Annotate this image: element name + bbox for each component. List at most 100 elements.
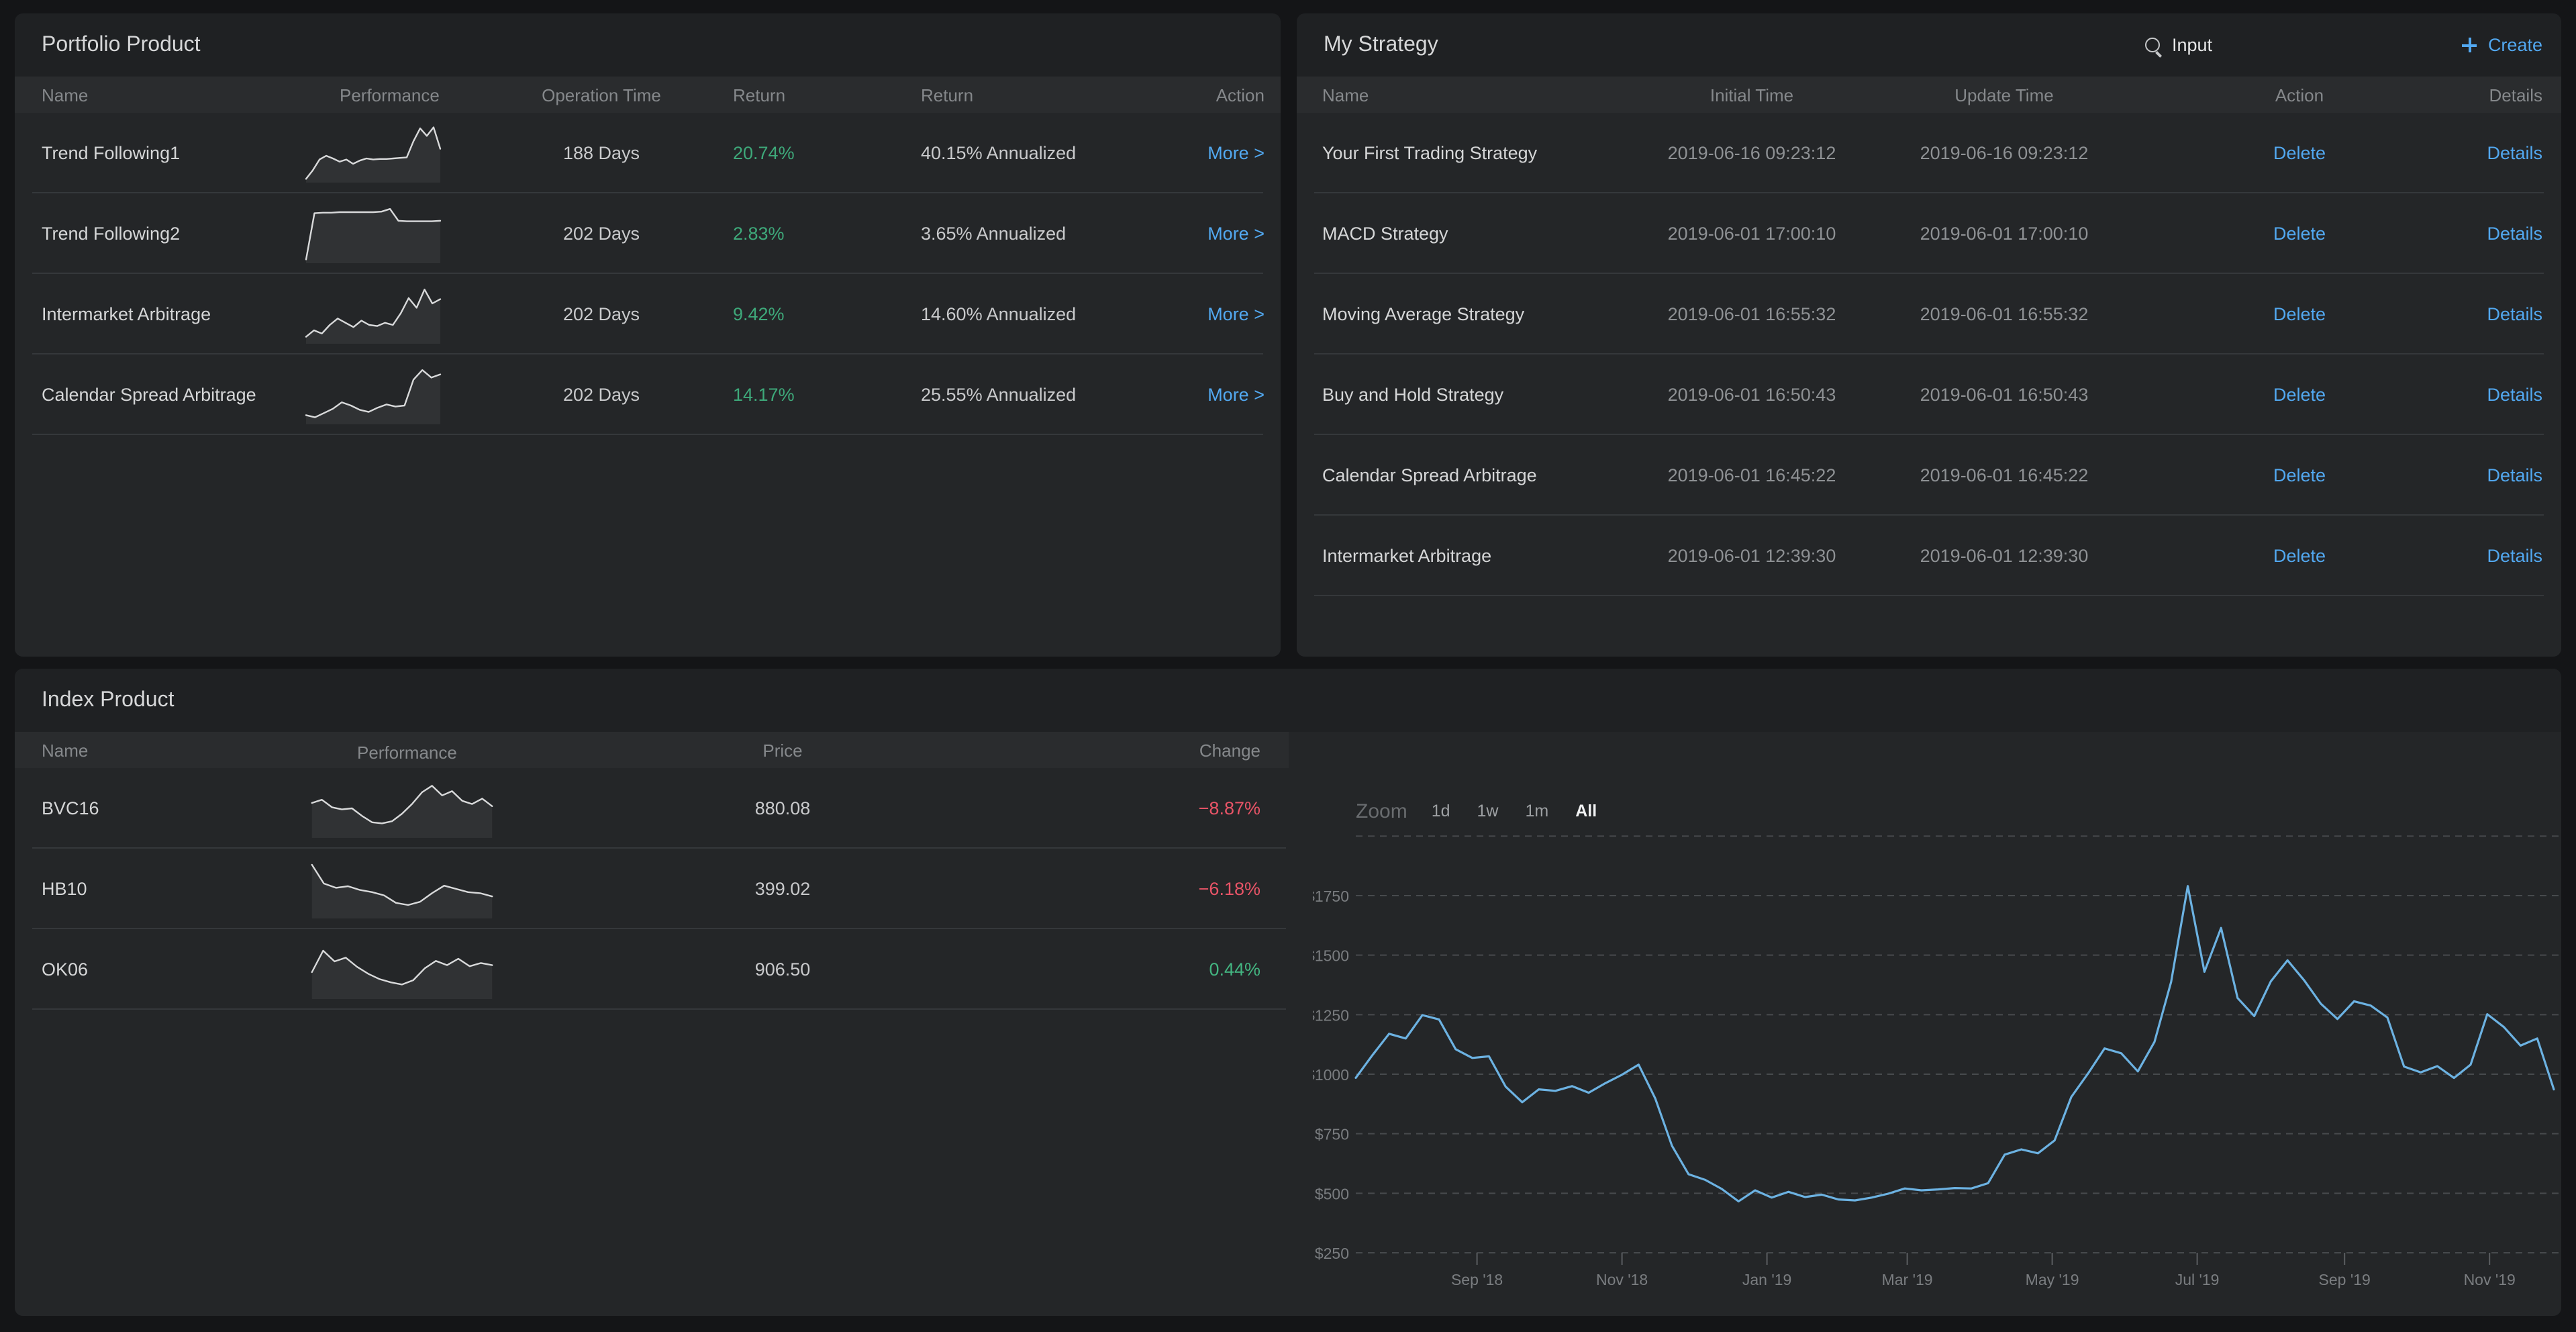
price-chart: Zoom 1d 1w 1m All $1750 $1500 $1250 $1000 $7…: [1313, 794, 2561, 1316]
return-value: 9.42%: [733, 304, 785, 324]
strategy-row: Your First Trading Strategy 2019-06-16 0…: [1297, 113, 2561, 193]
delete-link[interactable]: Delete: [2232, 143, 2367, 163]
strategy-name: Moving Average Strategy: [1322, 304, 1525, 324]
performance-sparkline: [310, 939, 494, 1000]
return-annualized: 14.60% Annualized: [921, 304, 1077, 324]
column-header-return: Return: [733, 85, 786, 105]
performance-sparkline: [305, 283, 442, 345]
delete-link[interactable]: Delete: [2232, 546, 2367, 566]
index-price: 906.50: [754, 959, 811, 980]
more-link[interactable]: More >: [1207, 224, 1265, 244]
portfolio-row: Calendar Spread Arbitrage 202 Days 14.17…: [15, 354, 1281, 435]
initial-time: 2019-06-01 12:39:30: [1667, 546, 1836, 566]
zoom-button-1w[interactable]: 1w: [1477, 802, 1499, 820]
portfolio-table: Name Performance Operation Time Return R…: [15, 77, 1281, 657]
column-header-update-time: Update Time: [1954, 85, 2054, 105]
plus-icon: [2462, 38, 2477, 52]
index-price: 880.08: [754, 798, 811, 818]
svg-text:Sep '19: Sep '19: [2319, 1271, 2371, 1288]
column-header-name: Name: [42, 740, 89, 760]
operation-time: 202 Days: [562, 304, 640, 324]
more-link[interactable]: More >: [1207, 143, 1265, 163]
details-link[interactable]: Details: [2487, 304, 2542, 324]
performance-sparkline: [310, 777, 494, 839]
zoom-label: Zoom: [1356, 800, 1407, 822]
details-link[interactable]: Details: [2487, 546, 2542, 566]
update-time: 2019-06-01 16:50:43: [1920, 385, 2089, 405]
performance-sparkline: [305, 364, 442, 426]
initial-time: 2019-06-01 17:00:10: [1667, 224, 1836, 244]
initial-time: 2019-06-01 16:50:43: [1667, 385, 1836, 405]
return-annualized: 25.55% Annualized: [921, 385, 1077, 405]
performance-sparkline: [310, 858, 494, 920]
column-header-performance: Performance: [357, 743, 457, 763]
chart-zoom-controls: Zoom 1d 1w 1m All: [1356, 796, 1624, 826]
product-name: Trend Following1: [42, 143, 181, 163]
delete-link[interactable]: Delete: [2232, 465, 2367, 485]
zoom-button-1d[interactable]: 1d: [1432, 802, 1450, 820]
initial-time: 2019-06-16 09:23:12: [1667, 143, 1836, 163]
price-chart-canvas[interactable]: $1750 $1500 $1250 $1000 $750 $500 $250 Sep '18 N…: [1313, 794, 2561, 1316]
index-change: 0.44%: [1209, 959, 1260, 980]
details-link[interactable]: Details: [2487, 465, 2542, 485]
return-annualized: 40.15% Annualized: [921, 143, 1077, 163]
details-link[interactable]: Details: [2487, 224, 2542, 244]
product-name: Intermarket Arbitrage: [42, 304, 211, 324]
search-input[interactable]: [2169, 34, 2349, 56]
svg-text:Jul '19: Jul '19: [2175, 1271, 2220, 1288]
index-name: BVC16: [42, 798, 99, 818]
operation-time: 202 Days: [562, 385, 640, 405]
strategy-name: Intermarket Arbitrage: [1322, 546, 1492, 566]
strategy-row: Intermarket Arbitrage 2019-06-01 12:39:3…: [1297, 516, 2561, 596]
create-button[interactable]: Create: [2462, 13, 2542, 77]
strategy-table: Name Initial Time Update Time Action Det…: [1297, 77, 2561, 657]
zoom-button-all[interactable]: All: [1575, 802, 1597, 820]
update-time: 2019-06-01 16:55:32: [1920, 304, 2089, 324]
strategy-name: Calendar Spread Arbitrage: [1322, 465, 1537, 485]
update-time: 2019-06-01 12:39:30: [1920, 546, 2089, 566]
column-header-initial-time: Initial Time: [1710, 85, 1794, 105]
svg-text:Nov '18: Nov '18: [1596, 1271, 1648, 1288]
portfolio-panel-title: Portfolio Product: [42, 34, 201, 56]
svg-text:$1250: $1250: [1313, 1006, 1349, 1024]
return-value: 14.17%: [733, 385, 795, 405]
strategy-row: MACD Strategy 2019-06-01 17:00:10 2019-0…: [1297, 193, 2561, 274]
strategy-row: Buy and Hold Strategy 2019-06-01 16:50:4…: [1297, 354, 2561, 435]
update-time: 2019-06-01 16:45:22: [1920, 465, 2089, 485]
portfolio-product-panel: Portfolio Product Name Performance Opera…: [15, 13, 1281, 657]
index-change: −8.87%: [1198, 798, 1260, 818]
strategy-name: Your First Trading Strategy: [1322, 143, 1538, 163]
portfolio-table-header: Name Performance Operation Time Return R…: [15, 77, 1281, 113]
column-header-performance: Performance: [340, 85, 440, 105]
column-header-action: Action: [1216, 85, 1265, 105]
product-name: Calendar Spread Arbitrage: [42, 385, 256, 405]
svg-text:$1000: $1000: [1313, 1066, 1349, 1084]
search-icon: [2145, 38, 2160, 52]
details-link[interactable]: Details: [2487, 385, 2542, 405]
delete-link[interactable]: Delete: [2232, 224, 2367, 244]
return-value: 20.74%: [733, 143, 795, 163]
index-panel-title: Index Product: [42, 689, 175, 712]
strategy-search[interactable]: [2145, 13, 2349, 77]
update-time: 2019-06-01 17:00:10: [1920, 224, 2089, 244]
strategy-row: Moving Average Strategy 2019-06-01 16:55…: [1297, 274, 2561, 354]
svg-text:$1500: $1500: [1313, 947, 1349, 965]
delete-link[interactable]: Delete: [2232, 304, 2367, 324]
column-header-name: Name: [42, 85, 89, 105]
column-header-name: Name: [1322, 85, 1369, 105]
svg-text:$500: $500: [1315, 1185, 1349, 1202]
more-link[interactable]: More >: [1207, 304, 1265, 324]
column-header-return-annualized: Return: [921, 85, 974, 105]
index-panel-body: Name Performance Price Change BVC16 880.…: [15, 732, 2561, 1316]
initial-time: 2019-06-01 16:45:22: [1667, 465, 1836, 485]
column-header-price: Price: [762, 740, 803, 760]
zoom-button-1m[interactable]: 1m: [1525, 802, 1548, 820]
more-link[interactable]: More >: [1207, 385, 1265, 405]
svg-text:$250: $250: [1315, 1245, 1349, 1262]
delete-link[interactable]: Delete: [2232, 385, 2367, 405]
svg-text:Sep '18: Sep '18: [1451, 1271, 1503, 1288]
portfolio-row: Intermarket Arbitrage 202 Days 9.42% 14.…: [15, 274, 1281, 354]
index-name: OK06: [42, 959, 89, 980]
portfolio-row: Trend Following1 188 Days 20.74% 40.15% …: [15, 113, 1281, 193]
details-link[interactable]: Details: [2487, 143, 2542, 163]
